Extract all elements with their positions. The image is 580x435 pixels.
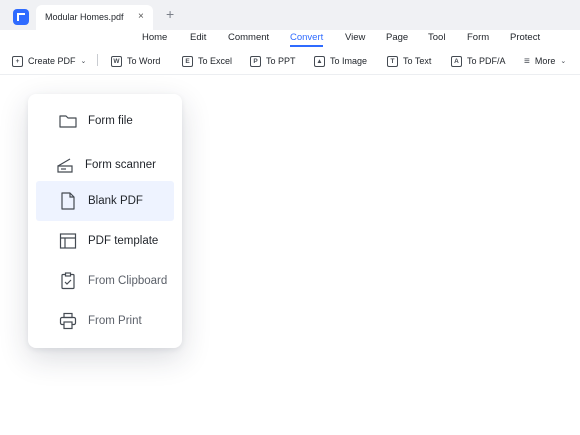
menu-home[interactable]: Home — [142, 32, 167, 43]
menu-item-form-file[interactable]: Form file — [36, 101, 174, 141]
to-word-button[interactable]: W To Word — [111, 54, 160, 68]
menu-item-label: Form file — [88, 115, 133, 127]
new-tab-icon[interactable]: + — [166, 7, 174, 21]
to-excel-label: To Excel — [198, 56, 233, 66]
to-ppt-label: To PPT — [266, 56, 296, 66]
menu-bar: Home Edit Comment Convert View Page Tool… — [0, 30, 580, 48]
menu-view[interactable]: View — [345, 32, 365, 43]
blank-page-icon — [61, 192, 75, 210]
convert-toolbar: + Create PDF ⌄ W To Word E To Excel P To… — [0, 48, 580, 75]
create-pdf-button[interactable]: + Create PDF ⌄ — [12, 54, 86, 68]
menu-item-from-print[interactable]: From Print — [36, 301, 174, 341]
menu-item-pdf-template[interactable]: PDF template — [36, 221, 174, 261]
to-word-label: To Word — [127, 56, 161, 66]
word-icon: W — [111, 55, 122, 67]
to-image-button[interactable]: ▲ To Image — [314, 54, 367, 68]
create-pdf-icon: + — [12, 55, 23, 67]
to-text-button[interactable]: T To Text — [387, 54, 431, 68]
chevron-down-icon: ⌄ — [560, 58, 567, 65]
menu-item-from-clipboard[interactable]: From Clipboard — [36, 261, 174, 301]
to-pdfa-button[interactable]: A To PDF/A — [451, 54, 506, 68]
pdfa-icon: A — [451, 55, 462, 67]
menu-item-label: Blank PDF — [88, 195, 143, 207]
menu-form[interactable]: Form — [467, 32, 489, 43]
menu-item-label: Form scanner — [85, 159, 156, 171]
menu-comment[interactable]: Comment — [228, 32, 269, 43]
create-pdf-menu: Form file Form scanner Blank PDF PDF tem… — [28, 94, 182, 348]
menu-item-form-scanner[interactable]: Form scanner — [36, 145, 174, 185]
title-bar: Modular Homes.pdf × + — [0, 0, 580, 30]
menu-tool[interactable]: Tool — [428, 32, 445, 43]
menu-edit[interactable]: Edit — [190, 32, 206, 43]
menu-item-label: From Print — [88, 315, 142, 327]
scanner-icon — [57, 158, 73, 173]
menu-convert[interactable]: Convert — [290, 32, 324, 47]
more-button[interactable]: ≡ More ⌄ — [524, 54, 566, 68]
to-pdfa-label: To PDF/A — [467, 56, 506, 66]
app-logo-icon — [13, 9, 29, 25]
more-label: More — [534, 56, 556, 66]
to-ppt-button[interactable]: P To PPT — [250, 54, 296, 68]
menu-page[interactable]: Page — [386, 32, 408, 43]
tab-close-icon[interactable]: × — [138, 11, 144, 22]
excel-icon: E — [182, 55, 193, 67]
ppt-icon: P — [250, 55, 261, 67]
template-icon — [59, 233, 77, 249]
toolbar-divider — [97, 54, 98, 66]
create-pdf-label: Create PDF — [28, 56, 76, 66]
clipboard-icon — [61, 272, 75, 290]
menu-protect[interactable]: Protect — [510, 32, 540, 43]
chevron-down-icon: ⌄ — [80, 58, 87, 65]
image-icon: ▲ — [314, 55, 325, 67]
printer-icon — [59, 312, 77, 330]
to-image-label: To Image — [330, 56, 368, 66]
tab-title: Modular Homes.pdf — [45, 12, 124, 22]
to-excel-button[interactable]: E To Excel — [182, 54, 232, 68]
text-icon: T — [387, 55, 398, 67]
more-icon: ≡ — [524, 55, 530, 67]
menu-item-label: PDF template — [88, 235, 159, 247]
document-tab[interactable]: Modular Homes.pdf × — [36, 5, 153, 30]
to-text-label: To Text — [403, 56, 432, 66]
folder-icon — [59, 115, 77, 128]
menu-item-blank-pdf[interactable]: Blank PDF — [36, 181, 174, 221]
menu-item-label: From Clipboard — [88, 275, 168, 287]
